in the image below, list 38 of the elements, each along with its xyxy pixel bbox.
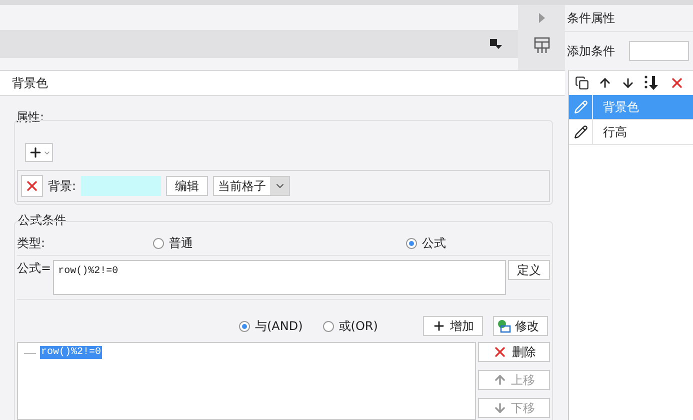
delete-icon [492,344,508,360]
panel-title: 条件属性 [567,10,615,26]
radio-dot-icon[interactable] [406,238,417,249]
arrow-down-icon [493,401,507,415]
radio-dot-icon[interactable] [239,320,250,332]
color-swatch[interactable] [81,176,162,196]
type-label: 类型: [17,235,46,252]
type-radio[interactable]: 公式 [406,235,446,252]
close-icon [24,178,40,194]
remove-button[interactable] [21,175,43,197]
delete-icon[interactable] [669,75,685,91]
plus-icon [432,319,446,333]
scope-dropdown[interactable]: 当前格子 [213,176,290,196]
edit-button[interactable]: 编辑 [166,176,208,196]
format-icon[interactable] [490,38,502,50]
modify-button[interactable]: 修改 [493,316,548,336]
formula-label: 公式= [17,260,52,277]
add-button[interactable]: 增加 [423,316,483,336]
type-radio[interactable]: 普通 [153,235,193,252]
pencil-icon [574,125,588,139]
plus-icon [28,145,42,160]
join-radio[interactable]: 与(AND) [239,318,303,334]
copy-icon[interactable] [575,76,589,90]
radio-dot-icon[interactable] [153,238,164,249]
move-bottom-icon[interactable] [644,75,660,91]
add-condition-field[interactable] [629,41,689,61]
add-attribute-button[interactable] [25,143,53,162]
background-label: 背景: [48,178,76,194]
formula-field[interactable]: row()%2!=0 [53,260,506,295]
delete-button[interactable]: 删除 [478,342,550,362]
dialog-title: 背景色 [12,74,48,92]
radio-dot-icon[interactable] [322,320,334,332]
define-button[interactable]: 定义 [508,260,550,280]
condition-row[interactable]: 行高 [569,120,693,145]
join-radio[interactable]: 或(OR) [322,318,378,334]
pencil-icon [574,100,588,114]
grid-icon[interactable] [534,37,550,53]
add-condition-label: 添加条件 [567,42,615,60]
